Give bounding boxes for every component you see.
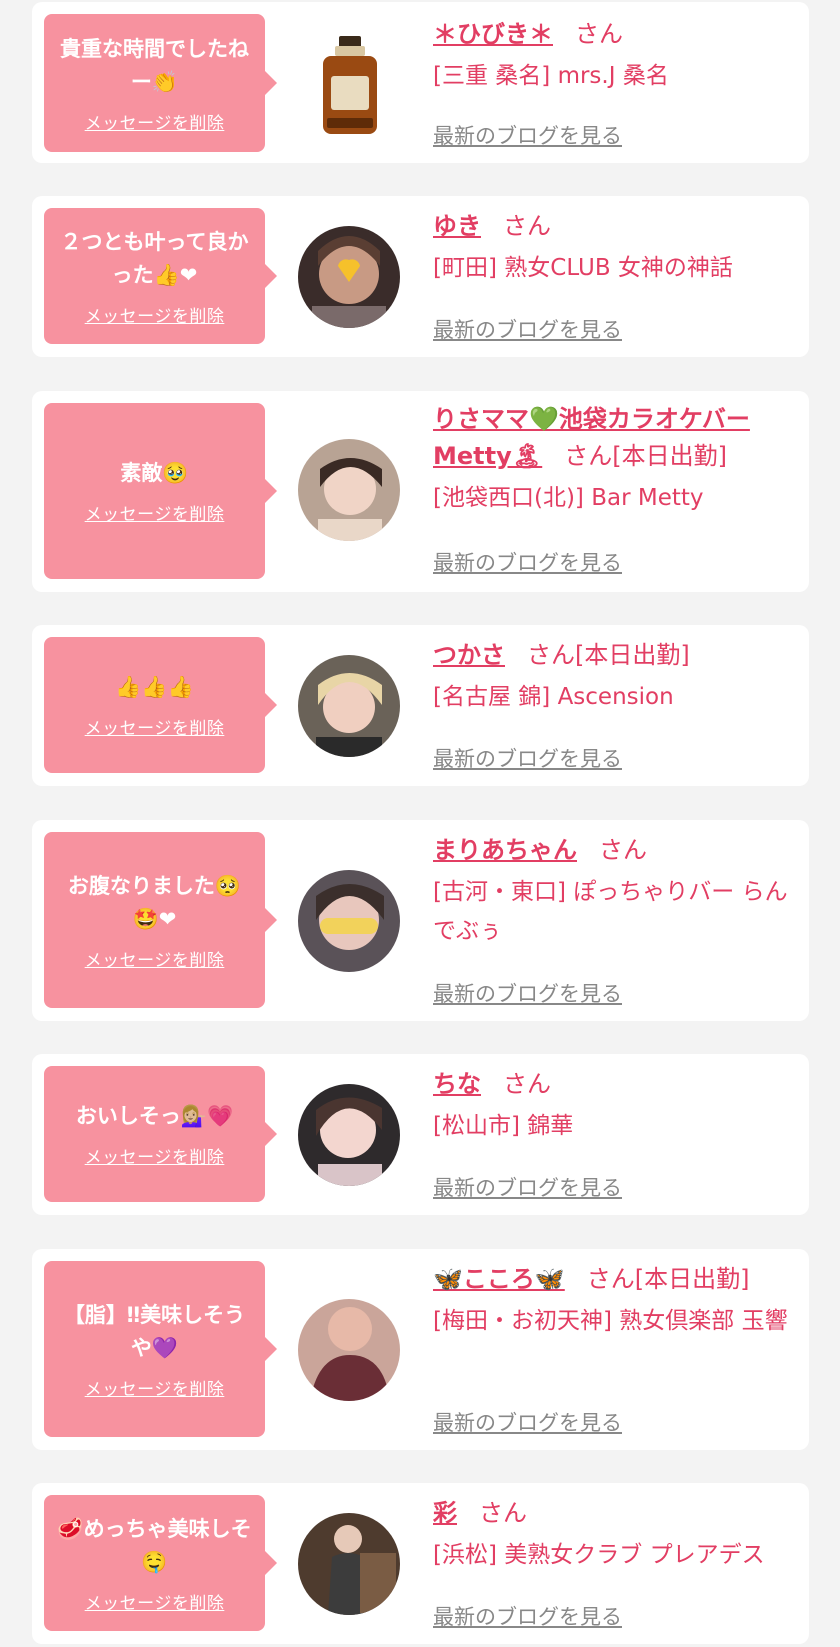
profile-name-link[interactable]: 🦋こころ🦋 xyxy=(433,1265,565,1293)
profile-name-link[interactable]: 彩 xyxy=(433,1499,457,1527)
message-text: 素敵🥹 xyxy=(120,461,189,485)
shop-name: [浜松] 美熟女クラブ プレアデス xyxy=(433,1542,765,1568)
profile-name-link[interactable]: つかさ xyxy=(433,641,505,669)
message-bubble: 🥩めっちゃ美味しそ🤤 メッセージを削除 xyxy=(44,1495,277,1631)
honorific-label: さん xyxy=(586,1265,635,1293)
avatar[interactable] xyxy=(298,870,400,972)
message-text: お腹なりました🥺🤩❤ xyxy=(67,873,242,931)
message-bubble: おいしそっ💁🏼‍♀️💗 メッセージを削除 xyxy=(44,1066,277,1202)
name-line: ちな さん xyxy=(433,1066,797,1103)
avatar[interactable] xyxy=(298,226,400,328)
shop-name: [三重 桑名] mrs.J 桑名 xyxy=(433,63,669,89)
message-card: 素敵🥹 メッセージを削除 りさママ💚池袋カラオケバーMetty🏝 さん[本日出勤]… xyxy=(32,391,809,592)
message-bubble: 素敵🥹 メッセージを削除 xyxy=(44,403,277,579)
avatar[interactable] xyxy=(298,1513,400,1615)
honorific-label: さん xyxy=(503,212,551,240)
profile-info: 彩さん [浜松] 美熟女クラブ プレアデス 最新のブログを見る xyxy=(433,1495,797,1635)
delete-message-link[interactable]: メッセージを削除 xyxy=(85,946,225,971)
delete-message-link[interactable]: メッセージを削除 xyxy=(85,109,225,134)
shop-name: [町田] 熟女CLUB 女神の神話 xyxy=(433,255,733,281)
message-text: 【脂】‼美味しそうや💜 xyxy=(63,1302,246,1360)
shop-name: [名古屋 錦] Ascension xyxy=(433,684,674,710)
delete-message-link[interactable]: メッセージを削除 xyxy=(85,714,225,739)
latest-blog-link[interactable]: 最新のブログを見る xyxy=(433,314,622,344)
latest-blog-link[interactable]: 最新のブログを見る xyxy=(433,1172,622,1202)
avatar[interactable] xyxy=(298,1084,400,1186)
honorific-label: さん xyxy=(479,1499,527,1527)
message-bubble: ２つとも叶って良かった👍❤ メッセージを削除 xyxy=(44,208,277,344)
name-line: つかさ さん[本日出勤] xyxy=(433,637,797,674)
profile-info: りさママ💚池袋カラオケバーMetty🏝 さん[本日出勤] [池袋西口(北)] Ba… xyxy=(433,401,797,581)
honorific-label: さん xyxy=(564,442,613,470)
profile-info: 🦋こころ🦋 さん[本日出勤] [梅田・お初天神] 熟女倶楽部 玉響 最新のブログを… xyxy=(433,1261,797,1441)
message-card: ２つとも叶って良かった👍❤ メッセージを削除 ゆき さん [町田] 熟女CLUB … xyxy=(32,196,809,357)
latest-blog-link[interactable]: 最新のブログを見る xyxy=(433,1601,622,1631)
name-line: りさママ💚池袋カラオケバーMetty🏝 さん[本日出勤] xyxy=(433,401,797,475)
avatar[interactable] xyxy=(298,1299,400,1401)
name-line: 🦋こころ🦋 さん[本日出勤] xyxy=(433,1261,797,1298)
latest-blog-link[interactable]: 最新のブログを見る xyxy=(433,547,622,577)
message-card: 🥩めっちゃ美味しそ🤤 メッセージを削除 彩さん [浜松] 美熟女クラブ プレアデ… xyxy=(32,1483,809,1644)
latest-blog-link[interactable]: 最新のブログを見る xyxy=(433,120,622,150)
profile-name-link[interactable]: ゆき xyxy=(433,212,481,240)
delete-message-link[interactable]: メッセージを削除 xyxy=(85,302,225,327)
latest-blog-link[interactable]: 最新のブログを見る xyxy=(433,1407,622,1437)
message-bubble: 【脂】‼美味しそうや💜 メッセージを削除 xyxy=(44,1261,277,1437)
profile-name-link[interactable]: ちな xyxy=(433,1070,481,1098)
shop-name: [池袋西口(北)] Bar Metty xyxy=(433,485,704,511)
profile-info: まりあちゃん さん [古河・東口] ぽっちゃりバー らんでぶぅ 最新のブログを見る xyxy=(433,832,797,1012)
message-card: おいしそっ💁🏼‍♀️💗 メッセージを削除 ちな さん [松山市] 錦華 最新のブロ… xyxy=(32,1054,809,1215)
latest-blog-link[interactable]: 最新のブログを見る xyxy=(433,978,622,1008)
shop-name: [梅田・お初天神] 熟女倶楽部 玉響 xyxy=(433,1308,788,1334)
honorific-label: さん xyxy=(599,836,647,864)
name-line: 彩さん xyxy=(433,1495,797,1532)
name-line: ＊ひびき＊ さん xyxy=(433,16,797,53)
name-line: まりあちゃん さん xyxy=(433,832,797,869)
profile-info: ちな さん [松山市] 錦華 最新のブログを見る xyxy=(433,1066,797,1206)
delete-message-link[interactable]: メッセージを削除 xyxy=(85,1375,225,1400)
message-text: 👍👍👍 xyxy=(115,675,194,699)
message-card: お腹なりました🥺🤩❤ メッセージを削除 まりあちゃん さん [古河・東口] ぽっち… xyxy=(32,820,809,1021)
work-status: [本日出勤] xyxy=(612,442,727,470)
message-text: 貴重な時間でしたねー👏 xyxy=(60,36,249,94)
work-status: [本日出勤] xyxy=(575,641,690,669)
message-text: 🥩めっちゃ美味しそ🤤 xyxy=(57,1516,252,1574)
avatar[interactable] xyxy=(298,655,400,757)
profile-name-link[interactable]: ＊ひびき＊ xyxy=(433,20,553,48)
delete-message-link[interactable]: メッセージを削除 xyxy=(85,500,225,525)
shop-name: [古河・東口] ぽっちゃりバー らんでぶぅ xyxy=(433,879,788,944)
profile-name-link[interactable]: まりあちゃん xyxy=(433,836,577,864)
latest-blog-link[interactable]: 最新のブログを見る xyxy=(433,743,622,773)
message-text: おいしそっ💁🏼‍♀️💗 xyxy=(75,1104,234,1128)
profile-info: ＊ひびき＊ さん [三重 桑名] mrs.J 桑名 最新のブログを見る xyxy=(433,16,797,156)
delete-message-link[interactable]: メッセージを削除 xyxy=(85,1143,225,1168)
message-card: 👍👍👍 メッセージを削除 つかさ さん[本日出勤] [名古屋 錦] Ascensi… xyxy=(32,625,809,786)
profile-info: ゆき さん [町田] 熟女CLUB 女神の神話 最新のブログを見る xyxy=(433,208,797,348)
honorific-label: さん xyxy=(575,20,623,48)
shop-name: [松山市] 錦華 xyxy=(433,1113,574,1139)
honorific-label: さん xyxy=(527,641,575,669)
profile-info: つかさ さん[本日出勤] [名古屋 錦] Ascension 最新のブログを見る xyxy=(433,637,797,777)
delete-message-link[interactable]: メッセージを削除 xyxy=(85,1589,225,1614)
message-bubble: 貴重な時間でしたねー👏 メッセージを削除 xyxy=(44,14,277,152)
work-status: [本日出勤] xyxy=(634,1265,750,1293)
message-bubble: お腹なりました🥺🤩❤ メッセージを削除 xyxy=(44,832,277,1008)
message-card: 【脂】‼美味しそうや💜 メッセージを削除 🦋こころ🦋 さん[本日出勤] [梅田・お… xyxy=(32,1249,809,1450)
avatar[interactable] xyxy=(298,439,400,541)
message-card: 貴重な時間でしたねー👏 メッセージを削除 ＊ひびき＊ さん [三重 桑名] mrs… xyxy=(32,2,809,163)
honorific-label: さん xyxy=(503,1070,551,1098)
message-text: ２つとも叶って良かった👍❤ xyxy=(60,229,249,287)
whisky-bottle-icon[interactable] xyxy=(315,36,385,136)
message-bubble: 👍👍👍 メッセージを削除 xyxy=(44,637,277,773)
name-line: ゆき さん xyxy=(433,208,797,245)
